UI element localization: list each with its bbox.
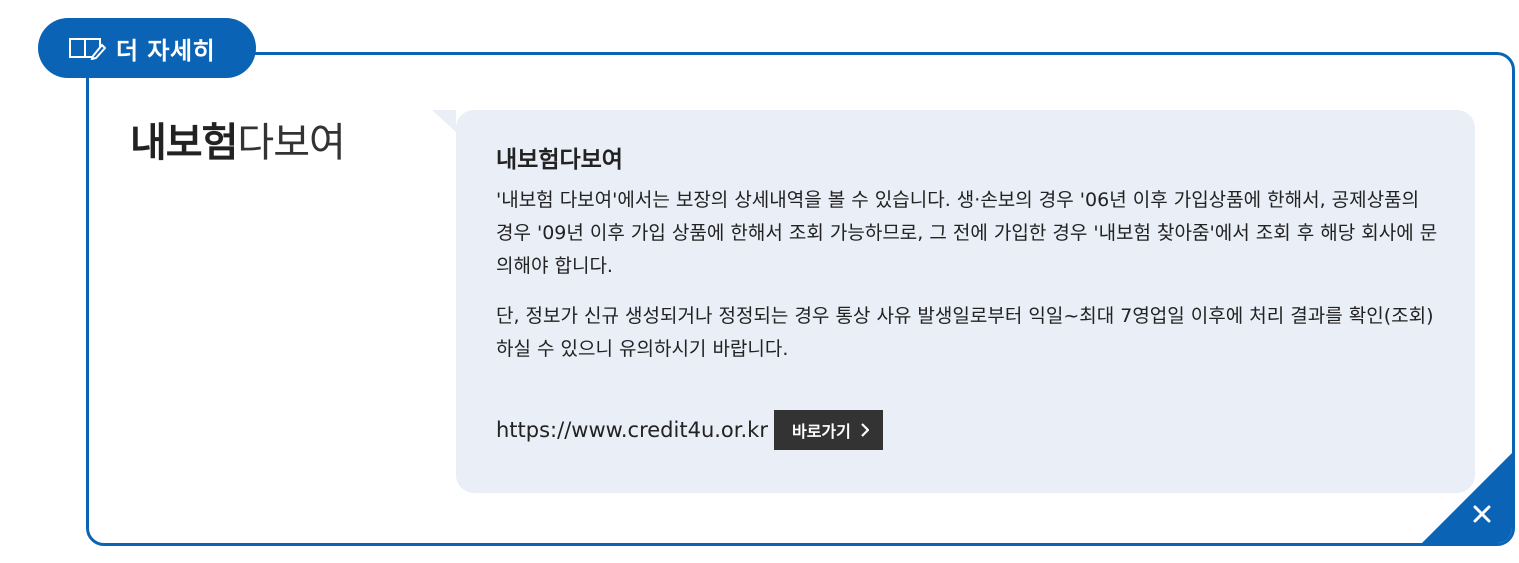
chevron-right-icon	[861, 423, 869, 437]
go-button-label: 바로가기	[791, 422, 851, 441]
info-box: 내보험다보여 '내보험 다보여'에서는 보장의 상세내역을 볼 수 있습니다. …	[432, 110, 1475, 493]
tab-label: 더 자세히	[116, 36, 216, 65]
book-icon	[69, 38, 106, 60]
service-title-light: 다보여	[237, 120, 345, 166]
info-heading: 내보험다보여	[496, 147, 623, 173]
site-url: https://www.credit4u.or.kr	[496, 418, 768, 442]
link-row: https://www.credit4u.or.kr 바로가기	[496, 410, 883, 450]
service-title: 내보험다보여	[130, 110, 346, 168]
info-paragraph: '내보험 다보여'에서는 보장의 상세내역을 볼 수 있습니다. 생·손보의 경…	[496, 189, 1438, 277]
go-button[interactable]: 바로가기	[773, 410, 883, 450]
info-paragraph: 단, 정보가 신규 생성되거나 정정되는 경우 통상 사유 발생일로부터 익일~…	[496, 305, 1434, 360]
info-box-notch	[432, 110, 456, 132]
more-detail-tab: 더 자세히	[38, 18, 256, 78]
service-title-bold: 내보험	[130, 120, 238, 166]
detail-section: 더 자세히 내보험다보여 내보험다보여 '내보험 다보여'에서는 보장의 상세내…	[0, 0, 1519, 563]
